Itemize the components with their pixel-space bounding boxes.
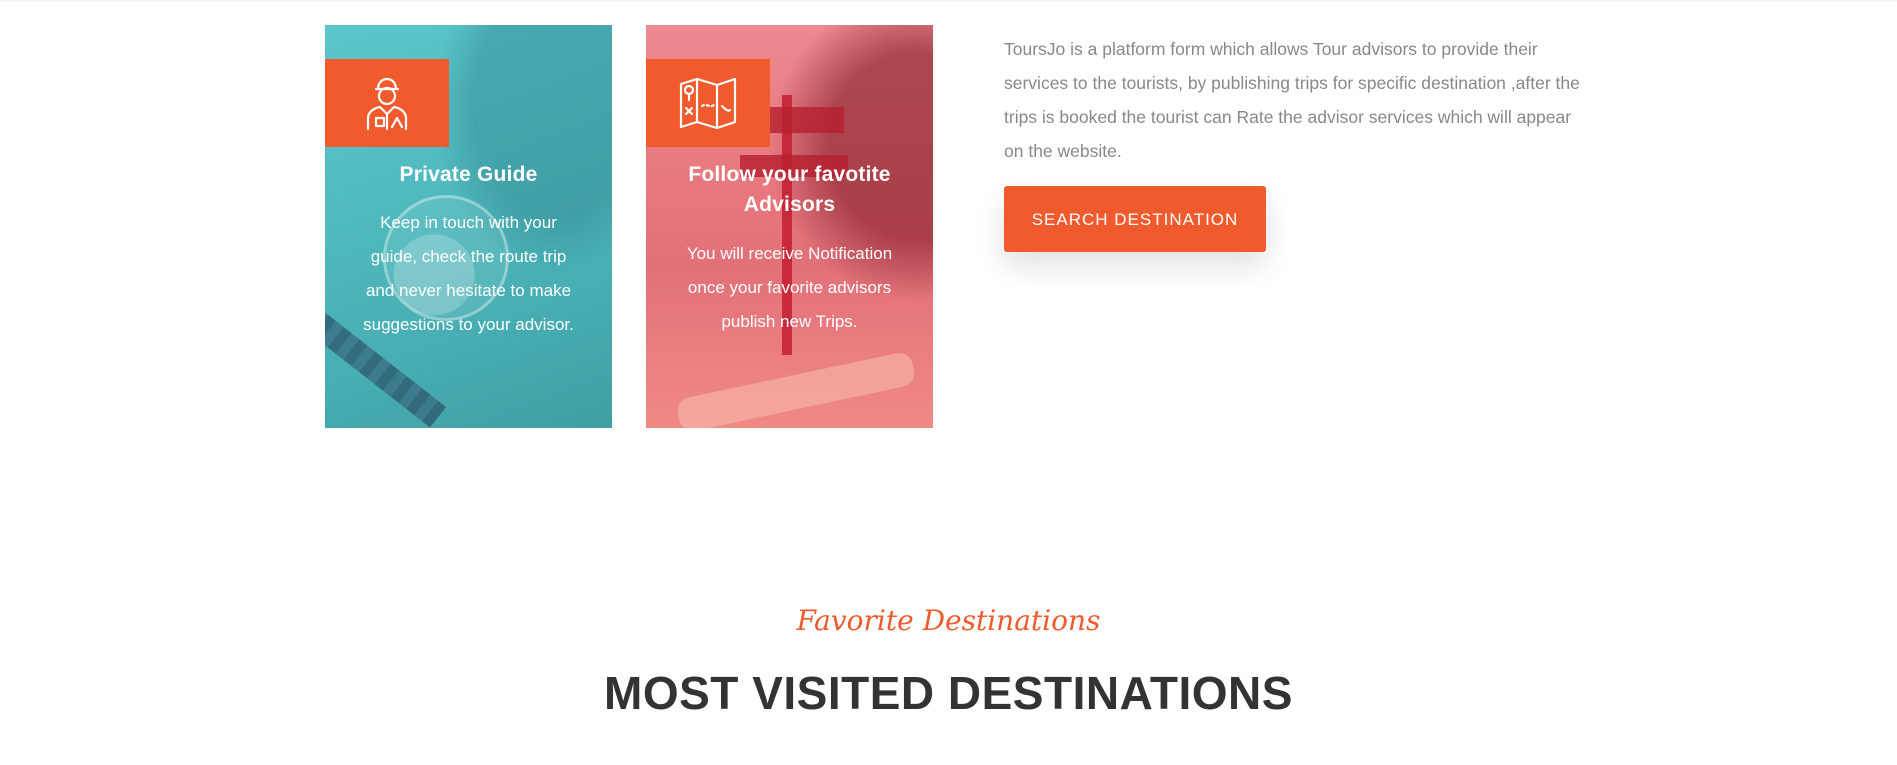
header-divider xyxy=(0,0,1897,3)
icon-tab xyxy=(646,59,770,147)
page: Private Guide Keep in touch with your gu… xyxy=(0,0,1897,765)
card-title: Private Guide xyxy=(399,163,538,186)
section-subtitle: Favorite Destinations xyxy=(796,604,1101,637)
about-paragraph: ToursJo is a platform form which allows … xyxy=(1004,39,1580,161)
tour-guide-icon xyxy=(366,77,408,131)
card-description: Keep in touch with your guide, check the… xyxy=(363,213,574,334)
card-description: You will receive Notification once your … xyxy=(686,244,893,331)
card-title: Follow your favotite Advisors xyxy=(688,163,891,216)
feature-card-private-guide: Private Guide Keep in touch with your gu… xyxy=(325,25,612,428)
feature-card-follow-advisors: Follow your favotite Advisors You will r… xyxy=(646,25,933,428)
section-title: MOST VISITED DESTINATIONS xyxy=(604,667,1293,719)
icon-tab xyxy=(325,59,449,147)
search-destination-button[interactable]: SEARCH DESTINATION xyxy=(1004,186,1266,252)
driftwood-graphic xyxy=(675,350,917,428)
map-icon xyxy=(679,77,737,130)
